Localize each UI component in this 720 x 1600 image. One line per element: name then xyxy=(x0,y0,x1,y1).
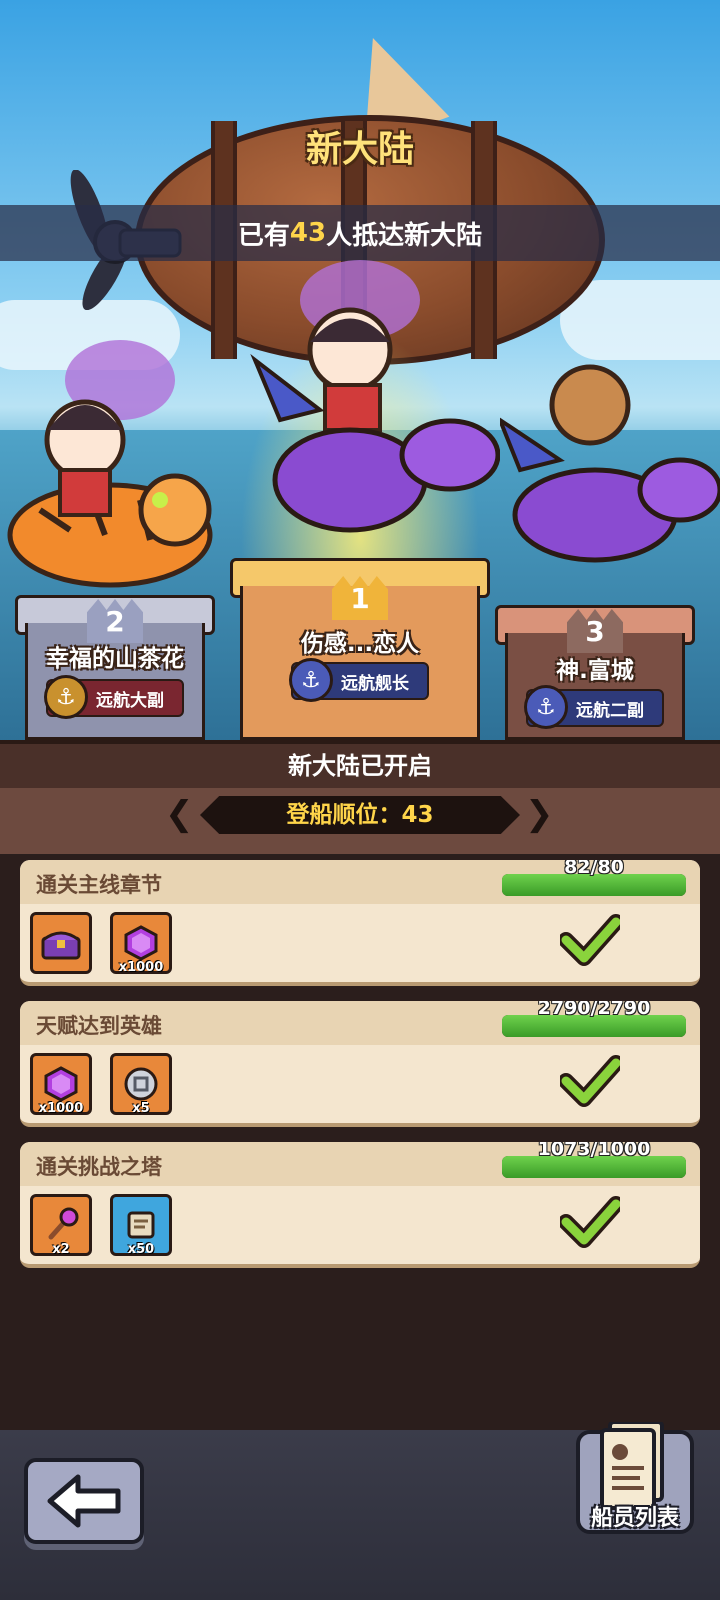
section-heading: 新大陆已开启 xyxy=(0,744,720,788)
back-button[interactable] xyxy=(24,1458,144,1544)
podium-rank-2[interactable]: 2 幸福的山茶花 ⚓ 远航大副 xyxy=(15,595,215,740)
progress-text: 82/80 xyxy=(564,860,624,878)
player-rank-title: ⚓ 远航大副 xyxy=(44,675,184,719)
rank-badge: 3 xyxy=(567,609,623,653)
reward-quantity: x1000 xyxy=(118,960,164,975)
anchor-icon: ⚓ xyxy=(524,685,568,729)
task-label: 天赋达到英雄 xyxy=(36,1014,162,1038)
progress-text: 1073/1000 xyxy=(537,1142,651,1160)
arrived-count: 43 xyxy=(289,218,327,248)
chevron-right-icon: ❯ xyxy=(525,794,554,834)
player-name: 幸福的山茶花 xyxy=(46,646,184,672)
podium-rank-3[interactable]: 3 神.富城 ⚓ 远航二副 xyxy=(495,605,695,740)
player-avatar-rank-1 xyxy=(250,260,500,533)
player-rank-title: ⚓ 远航舰长 xyxy=(289,658,429,702)
purple-gem-icon[interactable]: x1000 xyxy=(30,1053,92,1116)
rank-badge: 1 xyxy=(332,576,388,620)
treasure-chest-icon[interactable] xyxy=(30,912,92,974)
magic-staff-icon[interactable]: x2 xyxy=(30,1194,92,1257)
player-rank-title: ⚓ 远航二副 xyxy=(524,685,664,729)
boarding-order: 登船顺位：43 xyxy=(200,796,520,834)
arrived-prefix: 已有 xyxy=(237,220,290,251)
page-title: 新大陆 xyxy=(305,129,414,170)
title-text: 远航二副 xyxy=(576,700,644,721)
new-continent-section: 新大陆已开启 ❮ 登船顺位：43 ❯ xyxy=(0,740,720,854)
checkmark-icon xyxy=(560,1055,620,1107)
checkmark-icon xyxy=(560,914,620,966)
reward-quantity: x1000 xyxy=(38,1101,84,1116)
anchor-icon: ⚓ xyxy=(44,675,88,719)
player-avatar-rank-3 xyxy=(500,364,720,563)
boarding-order-value: 43 xyxy=(401,802,434,828)
task-card: 天赋达到英雄 2790/2790 x1000 x5 xyxy=(20,1001,700,1127)
player-name: 伤感...恋人 xyxy=(300,631,420,657)
airship-scene: 新大陆 已有 43 人抵达新大陆 2 幸福的山茶花 ⚓ 远航大副 1 伤感...… xyxy=(0,0,720,740)
task-list[interactable]: 通关主线章节 82/80 x1000 天赋达到英雄 2790/2790 x100… xyxy=(0,855,720,1430)
progress-text: 2790/2790 xyxy=(537,1001,651,1019)
checkmark-icon xyxy=(560,1196,620,1248)
bottom-bar: 船员列表 xyxy=(0,1420,720,1600)
arrived-suffix: 人抵达新大陆 xyxy=(326,220,483,251)
podium-rank-1[interactable]: 1 伤感...恋人 ⚓ 远航舰长 xyxy=(230,558,490,740)
reward-quantity: x5 xyxy=(132,1101,150,1116)
purple-gem-icon[interactable]: x1000 xyxy=(110,912,172,975)
anchor-icon: ⚓ xyxy=(289,658,333,702)
silver-coin-icon[interactable]: x5 xyxy=(110,1053,172,1116)
rank-badge: 2 xyxy=(87,599,143,643)
task-card: 通关挑战之塔 1073/1000 x2 x50 xyxy=(20,1142,700,1268)
reward-quantity: x2 xyxy=(52,1242,70,1257)
title-text: 远航舰长 xyxy=(341,673,409,694)
crew-list-button[interactable]: 船员列表 xyxy=(574,1420,696,1544)
task-label: 通关挑战之塔 xyxy=(36,1155,162,1179)
player-name: 神.富城 xyxy=(556,658,634,684)
crew-list-label: 船员列表 xyxy=(590,1506,679,1531)
boarding-order-label: 登船顺位： xyxy=(286,802,402,828)
title-text: 远航大副 xyxy=(96,690,164,711)
back-arrow-icon xyxy=(47,1474,121,1528)
chevron-left-icon: ❮ xyxy=(165,794,194,834)
player-avatar-rank-2 xyxy=(7,340,213,588)
task-label: 通关主线章节 xyxy=(36,873,162,897)
task-card: 通关主线章节 82/80 x1000 xyxy=(20,860,700,986)
reward-quantity: x50 xyxy=(127,1242,155,1257)
scroll-icon[interactable]: x50 xyxy=(110,1194,172,1257)
